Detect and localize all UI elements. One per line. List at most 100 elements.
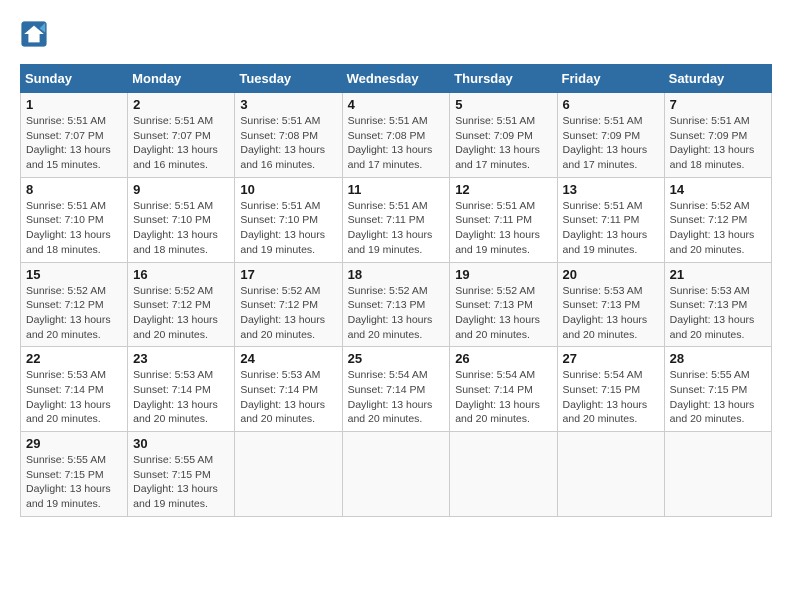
day-info: Sunrise: 5:51 AM Sunset: 7:11 PM Dayligh…	[348, 199, 445, 258]
day-number: 28	[670, 351, 766, 366]
weekday-header-friday: Friday	[557, 65, 664, 93]
day-number: 20	[563, 267, 659, 282]
calendar-cell: 25 Sunrise: 5:54 AM Sunset: 7:14 PM Dayli…	[342, 347, 450, 432]
day-number: 23	[133, 351, 229, 366]
calendar-cell	[557, 432, 664, 517]
calendar-week-row: 22 Sunrise: 5:53 AM Sunset: 7:14 PM Dayli…	[21, 347, 772, 432]
day-info: Sunrise: 5:51 AM Sunset: 7:08 PM Dayligh…	[348, 114, 445, 173]
day-info: Sunrise: 5:51 AM Sunset: 7:08 PM Dayligh…	[240, 114, 336, 173]
day-number: 15	[26, 267, 122, 282]
page-header	[20, 20, 772, 48]
calendar-cell	[342, 432, 450, 517]
calendar-cell: 21 Sunrise: 5:53 AM Sunset: 7:13 PM Dayli…	[664, 262, 771, 347]
day-number: 25	[348, 351, 445, 366]
logo-icon	[20, 20, 48, 48]
day-number: 12	[455, 182, 551, 197]
day-number: 26	[455, 351, 551, 366]
calendar-cell: 3Sunrise: 5:51 AM Sunset: 7:08 PM Daylig…	[235, 93, 342, 178]
day-number: 5	[455, 97, 551, 112]
calendar-cell: 1 Sunrise: 5:51 AM Sunset: 7:07 PM Daylig…	[21, 93, 128, 178]
day-info: Sunrise: 5:52 AM Sunset: 7:12 PM Dayligh…	[133, 284, 229, 343]
day-info: Sunrise: 5:51 AM Sunset: 7:10 PM Dayligh…	[26, 199, 122, 258]
calendar-cell: 16 Sunrise: 5:52 AM Sunset: 7:12 PM Dayli…	[128, 262, 235, 347]
calendar-cell: 19 Sunrise: 5:52 AM Sunset: 7:13 PM Dayli…	[450, 262, 557, 347]
calendar-table: SundayMondayTuesdayWednesdayThursdayFrid…	[20, 64, 772, 517]
day-info: Sunrise: 5:51 AM Sunset: 7:11 PM Dayligh…	[563, 199, 659, 258]
calendar-cell: 28 Sunrise: 5:55 AM Sunset: 7:15 PM Dayli…	[664, 347, 771, 432]
calendar-week-row: 8 Sunrise: 5:51 AM Sunset: 7:10 PM Daylig…	[21, 177, 772, 262]
day-info: Sunrise: 5:51 AM Sunset: 7:10 PM Dayligh…	[240, 199, 336, 258]
calendar-cell: 18 Sunrise: 5:52 AM Sunset: 7:13 PM Dayli…	[342, 262, 450, 347]
day-number: 22	[26, 351, 122, 366]
calendar-cell: 20 Sunrise: 5:53 AM Sunset: 7:13 PM Dayli…	[557, 262, 664, 347]
day-number: 2	[133, 97, 229, 112]
weekday-header-saturday: Saturday	[664, 65, 771, 93]
day-info: Sunrise: 5:51 AM Sunset: 7:07 PM Dayligh…	[133, 114, 229, 173]
calendar-cell	[235, 432, 342, 517]
day-info: Sunrise: 5:52 AM Sunset: 7:13 PM Dayligh…	[455, 284, 551, 343]
calendar-week-row: 1 Sunrise: 5:51 AM Sunset: 7:07 PM Daylig…	[21, 93, 772, 178]
weekday-header-monday: Monday	[128, 65, 235, 93]
day-info: Sunrise: 5:51 AM Sunset: 7:10 PM Dayligh…	[133, 199, 229, 258]
calendar-cell: 17 Sunrise: 5:52 AM Sunset: 7:12 PM Dayli…	[235, 262, 342, 347]
day-number: 29	[26, 436, 122, 451]
day-info: Sunrise: 5:55 AM Sunset: 7:15 PM Dayligh…	[670, 368, 766, 427]
calendar-cell: 9Sunrise: 5:51 AM Sunset: 7:10 PM Daylig…	[128, 177, 235, 262]
day-info: Sunrise: 5:54 AM Sunset: 7:14 PM Dayligh…	[455, 368, 551, 427]
day-number: 16	[133, 267, 229, 282]
day-number: 21	[670, 267, 766, 282]
day-info: Sunrise: 5:53 AM Sunset: 7:14 PM Dayligh…	[240, 368, 336, 427]
calendar-cell: 23 Sunrise: 5:53 AM Sunset: 7:14 PM Dayli…	[128, 347, 235, 432]
day-number: 17	[240, 267, 336, 282]
day-info: Sunrise: 5:53 AM Sunset: 7:14 PM Dayligh…	[133, 368, 229, 427]
calendar-cell: 13Sunrise: 5:51 AM Sunset: 7:11 PM Dayli…	[557, 177, 664, 262]
weekday-header-thursday: Thursday	[450, 65, 557, 93]
day-info: Sunrise: 5:53 AM Sunset: 7:14 PM Dayligh…	[26, 368, 122, 427]
calendar-cell: 6 Sunrise: 5:51 AM Sunset: 7:09 PM Daylig…	[557, 93, 664, 178]
day-number: 8	[26, 182, 122, 197]
calendar-cell: 26 Sunrise: 5:54 AM Sunset: 7:14 PM Dayli…	[450, 347, 557, 432]
day-info: Sunrise: 5:54 AM Sunset: 7:15 PM Dayligh…	[563, 368, 659, 427]
day-number: 4	[348, 97, 445, 112]
day-number: 19	[455, 267, 551, 282]
calendar-cell: 14Sunrise: 5:52 AM Sunset: 7:12 PM Dayli…	[664, 177, 771, 262]
calendar-week-row: 29 Sunrise: 5:55 AM Sunset: 7:15 PM Dayli…	[21, 432, 772, 517]
day-number: 7	[670, 97, 766, 112]
logo	[20, 20, 52, 48]
day-info: Sunrise: 5:53 AM Sunset: 7:13 PM Dayligh…	[670, 284, 766, 343]
day-info: Sunrise: 5:55 AM Sunset: 7:15 PM Dayligh…	[26, 453, 122, 512]
calendar-cell: 8 Sunrise: 5:51 AM Sunset: 7:10 PM Daylig…	[21, 177, 128, 262]
day-info: Sunrise: 5:51 AM Sunset: 7:07 PM Dayligh…	[26, 114, 122, 173]
calendar-cell	[664, 432, 771, 517]
calendar-cell: 29 Sunrise: 5:55 AM Sunset: 7:15 PM Dayli…	[21, 432, 128, 517]
day-info: Sunrise: 5:52 AM Sunset: 7:12 PM Dayligh…	[240, 284, 336, 343]
day-info: Sunrise: 5:52 AM Sunset: 7:12 PM Dayligh…	[670, 199, 766, 258]
calendar-cell: 15 Sunrise: 5:52 AM Sunset: 7:12 PM Dayli…	[21, 262, 128, 347]
calendar-cell: 11Sunrise: 5:51 AM Sunset: 7:11 PM Dayli…	[342, 177, 450, 262]
calendar-cell: 12 Sunrise: 5:51 AM Sunset: 7:11 PM Dayli…	[450, 177, 557, 262]
calendar-cell: 22 Sunrise: 5:53 AM Sunset: 7:14 PM Dayli…	[21, 347, 128, 432]
calendar-cell: 4 Sunrise: 5:51 AM Sunset: 7:08 PM Daylig…	[342, 93, 450, 178]
day-number: 1	[26, 97, 122, 112]
calendar-cell: 10Sunrise: 5:51 AM Sunset: 7:10 PM Dayli…	[235, 177, 342, 262]
day-info: Sunrise: 5:52 AM Sunset: 7:13 PM Dayligh…	[348, 284, 445, 343]
calendar-cell: 7 Sunrise: 5:51 AM Sunset: 7:09 PM Daylig…	[664, 93, 771, 178]
calendar-cell	[450, 432, 557, 517]
day-number: 6	[563, 97, 659, 112]
day-number: 18	[348, 267, 445, 282]
day-info: Sunrise: 5:51 AM Sunset: 7:09 PM Dayligh…	[670, 114, 766, 173]
calendar-cell: 30Sunrise: 5:55 AM Sunset: 7:15 PM Dayli…	[128, 432, 235, 517]
weekday-header-tuesday: Tuesday	[235, 65, 342, 93]
day-info: Sunrise: 5:53 AM Sunset: 7:13 PM Dayligh…	[563, 284, 659, 343]
weekday-header-wednesday: Wednesday	[342, 65, 450, 93]
day-number: 24	[240, 351, 336, 366]
day-number: 30	[133, 436, 229, 451]
calendar-week-row: 15 Sunrise: 5:52 AM Sunset: 7:12 PM Dayli…	[21, 262, 772, 347]
day-info: Sunrise: 5:51 AM Sunset: 7:11 PM Dayligh…	[455, 199, 551, 258]
day-info: Sunrise: 5:51 AM Sunset: 7:09 PM Dayligh…	[563, 114, 659, 173]
day-info: Sunrise: 5:52 AM Sunset: 7:12 PM Dayligh…	[26, 284, 122, 343]
day-info: Sunrise: 5:54 AM Sunset: 7:14 PM Dayligh…	[348, 368, 445, 427]
calendar-cell: 2 Sunrise: 5:51 AM Sunset: 7:07 PM Daylig…	[128, 93, 235, 178]
weekday-header-row: SundayMondayTuesdayWednesdayThursdayFrid…	[21, 65, 772, 93]
weekday-header-sunday: Sunday	[21, 65, 128, 93]
